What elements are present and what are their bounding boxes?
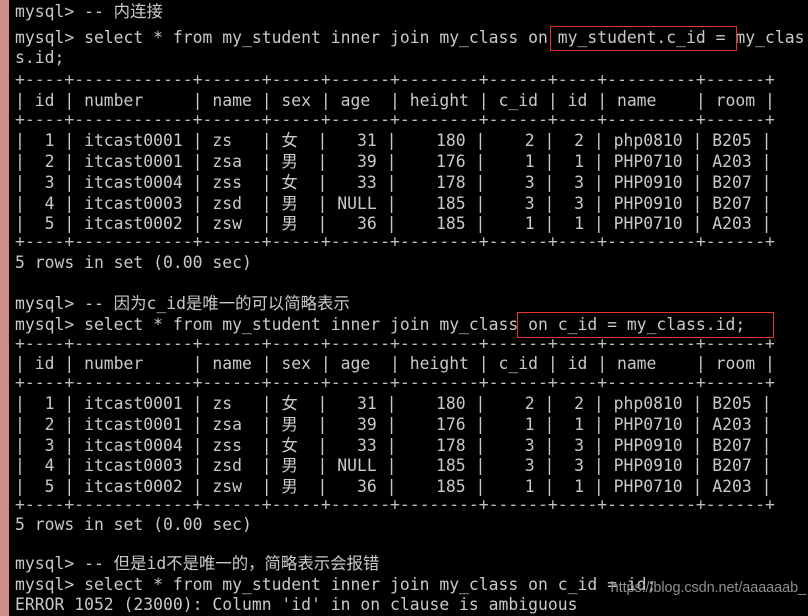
terminal-line-query2: mysql> select * from my_student inner jo… [15,315,746,334]
table-row: | 3 | itcast0004 | zss | 女 | 33 | 178 | … [15,436,772,455]
table-row: | 2 | itcast0001 | zsa | 男 | 39 | 176 | … [15,415,772,434]
terminal-line-query1-part2: s.id; [15,48,65,67]
terminal-line-comment-inner-join: mysql> -- 内连接 [15,2,163,21]
table1-status-line: 5 rows in set (0.00 sec) [15,253,252,272]
table-row: | 4 | itcast0003 | zsd | 男 | NULL | 185 … [15,456,772,475]
terminal-line-query1-part1: mysql> select * from my_student inner jo… [15,28,805,47]
csdn-watermark: https://blog.csdn.net/aaaaaab_ [610,580,806,596]
table1-border-top: +----+------------+------+-----+------+-… [15,70,775,89]
table-row: | 5 | itcast0002 | zsw | 男 | 36 | 185 | … [15,214,772,233]
table1-border-header: +----+------------+------+-----+------+-… [15,110,775,129]
terminal-line-comment-unique-cid: mysql> -- 因为c_id是唯一的可以简略表示 [15,294,350,313]
terminal-line-comment-id-ambiguous: mysql> -- 但是id不是唯一的，简略表示会报错 [15,554,380,573]
table2-border-bottom: +----+------------+------+-----+------+-… [15,495,775,514]
terminal-line-query3: mysql> select * from my_student inner jo… [15,575,657,594]
table1-header-row: | id | number | name | sex | age | heigh… [15,91,775,110]
table-row: | 2 | itcast0001 | zsa | 男 | 39 | 176 | … [15,152,772,171]
terminal-line-error-message: ERROR 1052 (23000): Column 'id' in on cl… [15,595,578,614]
left-gutter-bar [0,0,9,616]
terminal-output-area[interactable]: mysql> -- 内连接 mysql> select * from my_st… [9,0,808,616]
table2-status-line: 5 rows in set (0.00 sec) [15,515,252,534]
table-row: | 4 | itcast0003 | zsd | 男 | NULL | 185 … [15,194,772,213]
table-row: | 1 | itcast0001 | zs | 女 | 31 | 180 | 2… [15,394,772,413]
table2-border-top: +----+------------+------+-----+------+-… [15,334,775,353]
table-row: | 5 | itcast0002 | zsw | 男 | 36 | 185 | … [15,477,772,496]
table1-border-bottom: +----+------------+------+-----+------+-… [15,232,775,251]
table-row: | 3 | itcast0004 | zss | 女 | 33 | 178 | … [15,173,772,192]
table2-border-header: +----+------------+------+-----+------+-… [15,373,775,392]
terminal-screenshot: mysql> -- 内连接 mysql> select * from my_st… [0,0,808,616]
table-row: | 1 | itcast0001 | zs | 女 | 31 | 180 | 2… [15,131,772,150]
table2-header-row: | id | number | name | sex | age | heigh… [15,354,775,373]
